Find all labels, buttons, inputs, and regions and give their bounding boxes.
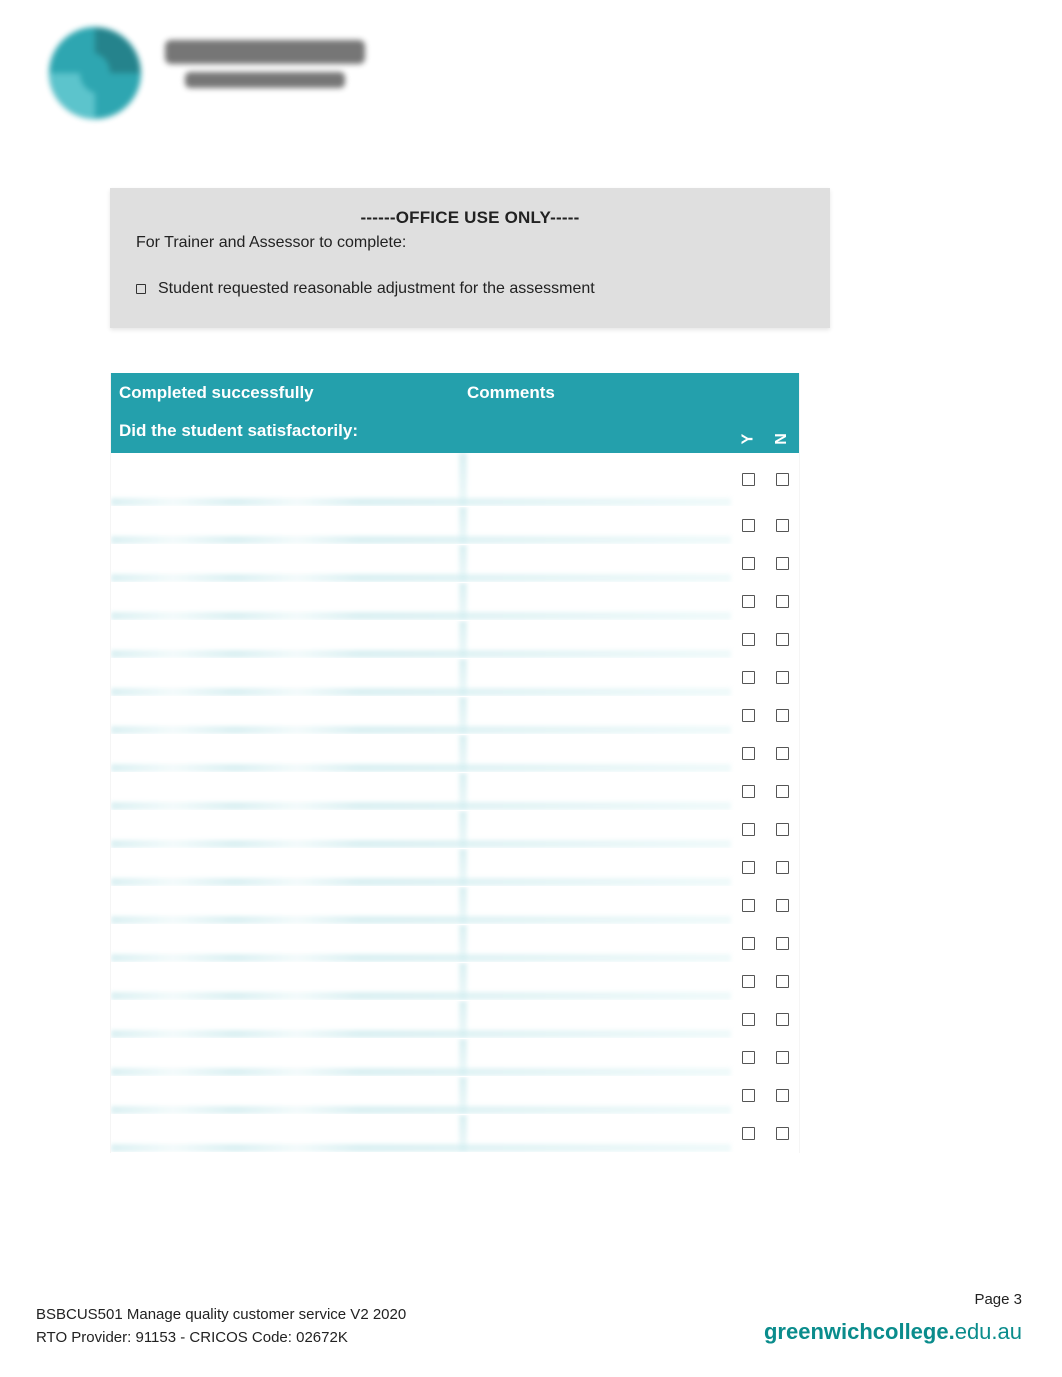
page: ------OFFICE USE ONLY----- For Trainer a… [0, 0, 1062, 1377]
footer-rto-line: RTO Provider: 91153 - CRICOS Code: 02672… [36, 1327, 406, 1350]
checkbox-n[interactable] [776, 975, 789, 988]
checkbox-y[interactable] [742, 1051, 755, 1064]
table-row [111, 1039, 799, 1077]
table-row [111, 1001, 799, 1039]
page-number: Page 3 [764, 1288, 1022, 1312]
checkbox-y[interactable] [742, 1089, 755, 1102]
checkbox-n[interactable] [776, 785, 789, 798]
table-row [111, 507, 799, 545]
college-logo [40, 18, 380, 128]
checkbox-n[interactable] [776, 595, 789, 608]
table-row [111, 1077, 799, 1115]
reasonable-adjustment-label: Student requested reasonable adjustment … [158, 280, 595, 298]
checkbox-n[interactable] [776, 671, 789, 684]
table-header-row-2: Did the student satisfactorily: Y N [111, 421, 799, 453]
table-row [111, 887, 799, 925]
checkbox-y[interactable] [742, 823, 755, 836]
table-row [111, 583, 799, 621]
col-header-completed: Completed successfully [111, 373, 459, 421]
checkbox-y[interactable] [742, 633, 755, 646]
footer-url-rest: edu.au [955, 1319, 1022, 1344]
office-use-title: ------OFFICE USE ONLY----- [136, 208, 804, 228]
office-use-box: ------OFFICE USE ONLY----- For Trainer a… [110, 188, 830, 328]
office-use-subtitle: For Trainer and Assessor to complete: [136, 234, 804, 252]
assessment-table: Completed successfully Comments Did the … [110, 373, 800, 1153]
table-row [111, 659, 799, 697]
table-row [111, 963, 799, 1001]
footer-left: BSBCUS501 Manage quality customer servic… [36, 1304, 406, 1349]
table-header-row-1: Completed successfully Comments [111, 373, 799, 421]
checkbox-n[interactable] [776, 747, 789, 760]
footer-url-bold: greenwichcollege. [764, 1319, 955, 1344]
checkbox-n[interactable] [776, 1127, 789, 1140]
table-row [111, 1115, 799, 1153]
checkbox-n[interactable] [776, 557, 789, 570]
checkbox-y[interactable] [742, 1013, 755, 1026]
footer-url: greenwichcollege.edu.au [764, 1314, 1022, 1349]
header-logo [40, 18, 1022, 128]
table-row [111, 545, 799, 583]
table-row [111, 453, 799, 507]
footer: BSBCUS501 Manage quality customer servic… [36, 1288, 1022, 1349]
checkbox-y[interactable] [742, 473, 755, 486]
table-row [111, 773, 799, 811]
reasonable-adjustment-checkbox[interactable] [136, 284, 146, 294]
checkbox-n[interactable] [776, 633, 789, 646]
checkbox-n[interactable] [776, 823, 789, 836]
col-header-comments: Comments [459, 373, 731, 421]
reasonable-adjustment-row: Student requested reasonable adjustment … [136, 280, 804, 298]
checkbox-y[interactable] [742, 1127, 755, 1140]
footer-right: Page 3 greenwichcollege.edu.au [764, 1288, 1022, 1349]
checkbox-y[interactable] [742, 975, 755, 988]
table-row [111, 849, 799, 887]
checkbox-y[interactable] [742, 595, 755, 608]
table-row [111, 735, 799, 773]
checkbox-n[interactable] [776, 861, 789, 874]
col-header-y: Y [740, 434, 756, 445]
table-row [111, 697, 799, 735]
col-header-n: N [774, 433, 790, 445]
checkbox-y[interactable] [742, 861, 755, 874]
checkbox-y[interactable] [742, 709, 755, 722]
checkbox-y[interactable] [742, 937, 755, 950]
table-row [111, 811, 799, 849]
footer-unit-line: BSBCUS501 Manage quality customer servic… [36, 1304, 406, 1327]
checkbox-n[interactable] [776, 1013, 789, 1026]
checkbox-n[interactable] [776, 473, 789, 486]
checkbox-y[interactable] [742, 747, 755, 760]
table-row [111, 925, 799, 963]
checkbox-y[interactable] [742, 671, 755, 684]
table-body [111, 453, 799, 1153]
checkbox-n[interactable] [776, 899, 789, 912]
table-row [111, 621, 799, 659]
checkbox-n[interactable] [776, 1051, 789, 1064]
checkbox-y[interactable] [742, 785, 755, 798]
checkbox-n[interactable] [776, 519, 789, 532]
col-header-question: Did the student satisfactorily: [111, 421, 459, 453]
checkbox-n[interactable] [776, 1089, 789, 1102]
checkbox-n[interactable] [776, 709, 789, 722]
checkbox-n[interactable] [776, 937, 789, 950]
checkbox-y[interactable] [742, 899, 755, 912]
checkbox-y[interactable] [742, 557, 755, 570]
checkbox-y[interactable] [742, 519, 755, 532]
